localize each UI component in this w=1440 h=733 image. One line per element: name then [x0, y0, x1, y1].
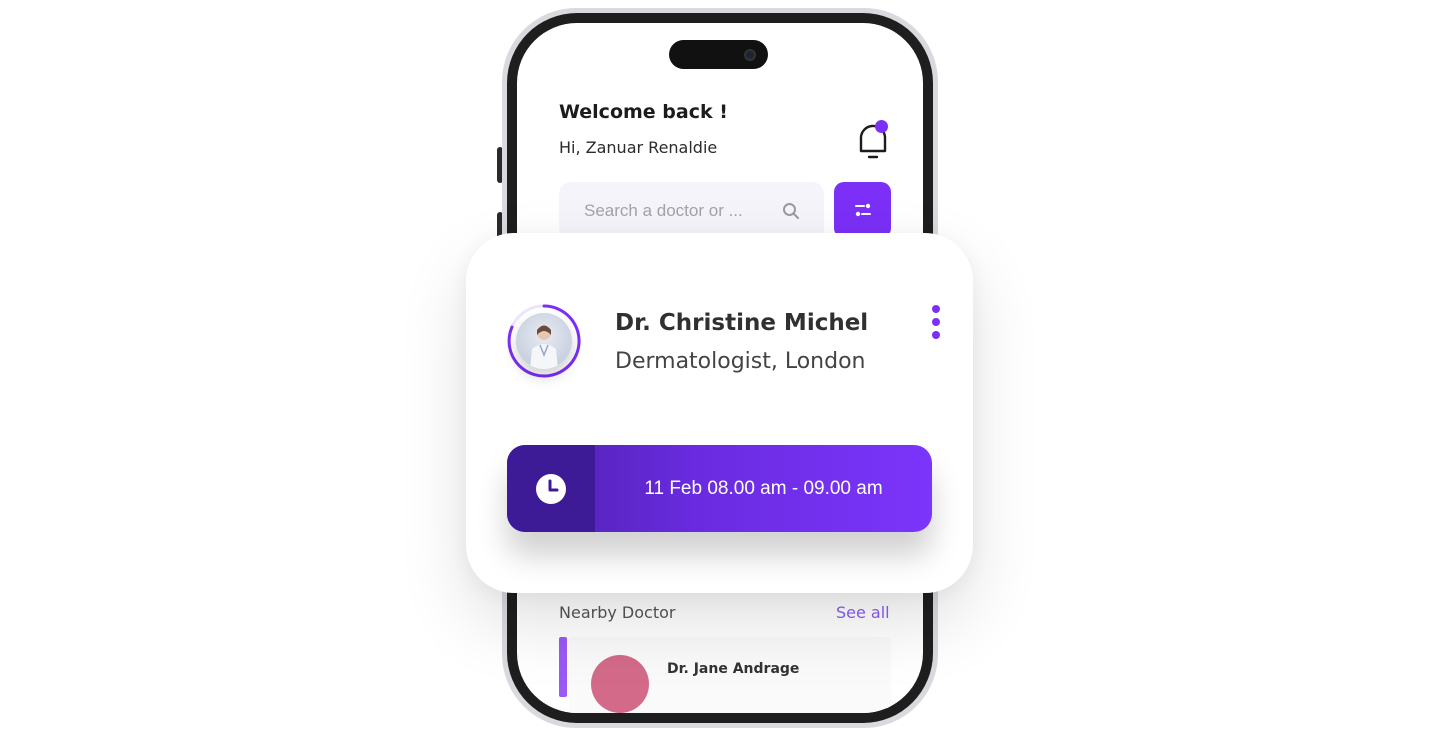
welcome-title: Welcome back !: [559, 101, 728, 123]
avatar: [591, 655, 649, 713]
search-box[interactable]: [559, 182, 824, 240]
avatar: [516, 313, 572, 369]
doctor-photo: [530, 325, 558, 369]
list-item-accent: [559, 637, 567, 697]
appointment-icon-area: [507, 445, 595, 532]
appointment-time-bar[interactable]: 11 Feb 08.00 am - 09.00 am: [507, 445, 932, 532]
doctor-role: Dermatologist, London: [615, 349, 866, 374]
clock-icon: [536, 473, 566, 504]
search-icon[interactable]: [782, 202, 800, 220]
filter-button[interactable]: [834, 182, 891, 238]
appointment-time: 11 Feb 08.00 am - 09.00 am: [644, 477, 883, 499]
notification-dot: [875, 120, 888, 133]
filter-icon: [854, 203, 871, 217]
more-vertical-icon[interactable]: [928, 303, 944, 343]
see-all-link[interactable]: See all: [836, 603, 890, 622]
dynamic-island: [669, 40, 768, 69]
search-input[interactable]: [584, 201, 759, 221]
doctor-name: Dr. Christine Michel: [615, 310, 869, 336]
nearby-doctor-title: Nearby Doctor: [559, 603, 676, 622]
user-greeting: Hi, Zanuar Renaldie: [559, 138, 718, 157]
appointment-card[interactable]: Dr. Christine Michel Dermatologist, Lond…: [466, 233, 973, 593]
camera-icon: [744, 49, 756, 61]
list-item-name: Dr. Jane Andrage: [667, 661, 800, 677]
